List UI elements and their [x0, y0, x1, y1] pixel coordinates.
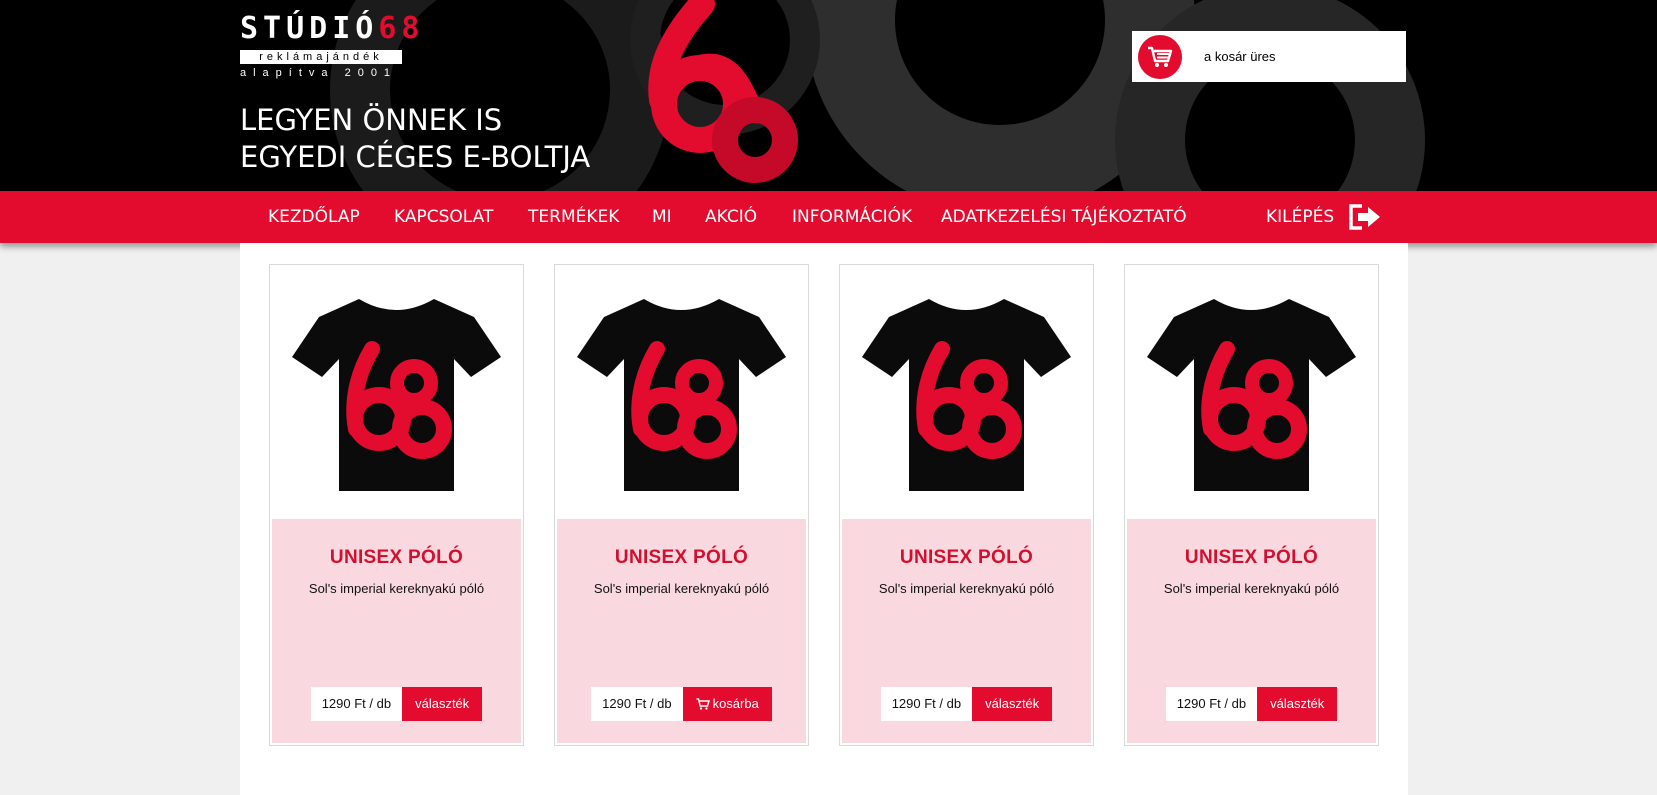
product-info: UNISEX PÓLÓ Sol's imperial kereknyakú pó… — [557, 519, 806, 743]
add-to-cart-label: kosárba — [712, 696, 759, 711]
product-card[interactable]: UNISEX PÓLÓ Sol's imperial kereknyakú pó… — [1124, 264, 1379, 746]
cart-widget[interactable]: a kosár üres — [1132, 31, 1406, 82]
product-price: 1290 Ft / db — [880, 687, 973, 721]
logo-subtitle: reklámajándék — [240, 50, 402, 64]
product-image[interactable] — [555, 265, 808, 518]
product-image[interactable] — [840, 265, 1093, 518]
product-price: 1290 Ft / db — [310, 687, 403, 721]
main-navigation: KEZDŐLAP KAPCSOLAT TERMÉKEK MI AKCIÓ INF… — [0, 191, 1657, 243]
site-header: STÚDIÓ68 reklámajándék alapítva 2001 LEG… — [0, 0, 1657, 191]
product-card[interactable]: UNISEX PÓLÓ Sol's imperial kereknyakú pó… — [269, 264, 524, 746]
studio68-logo[interactable]: STÚDIÓ68 reklámajándék alapítva 2001 — [240, 11, 419, 79]
logo-number: 68 — [378, 11, 425, 46]
product-card[interactable]: UNISEX PÓLÓ Sol's imperial kereknyakú pó… — [839, 264, 1094, 746]
variants-button[interactable]: választék — [1257, 687, 1338, 721]
logo-founded: alapítva 2001 — [240, 67, 398, 79]
nav-item-adatkezelesi[interactable]: ADATKEZELÉSI TÁJÉKOZTATÓ — [941, 191, 1187, 243]
logout-button[interactable]: KILÉPÉS — [1266, 191, 1382, 243]
product-info: UNISEX PÓLÓ Sol's imperial kereknyakú pó… — [842, 519, 1091, 743]
nav-item-kezdolap[interactable]: KEZDŐLAP — [268, 191, 360, 243]
product-image[interactable] — [1125, 265, 1378, 518]
variants-button[interactable]: választék — [402, 687, 483, 721]
product-actions: 1290 Ft / db választék — [842, 687, 1091, 721]
product-title[interactable]: UNISEX PÓLÓ — [1127, 547, 1376, 569]
cart-icon[interactable] — [1138, 34, 1182, 79]
tagline-line-2: EGYEDI CÉGES E-BOLTJA — [240, 140, 591, 174]
product-price: 1290 Ft / db — [591, 687, 683, 721]
product-title[interactable]: UNISEX PÓLÓ — [557, 547, 806, 569]
product-title[interactable]: UNISEX PÓLÓ — [842, 547, 1091, 569]
logout-icon — [1349, 204, 1381, 230]
product-description: Sol's imperial kereknyakú póló — [878, 581, 1055, 596]
product-actions: 1290 Ft / db választék — [1127, 687, 1376, 721]
product-actions: 1290 Ft / db választék — [272, 687, 521, 721]
cart-icon — [696, 698, 710, 710]
nav-item-termekek[interactable]: TERMÉKEK — [528, 191, 619, 243]
variants-button[interactable]: választék — [972, 687, 1053, 721]
variants-button-label: választék — [415, 696, 470, 711]
product-card[interactable]: UNISEX PÓLÓ Sol's imperial kereknyakú pó… — [554, 264, 809, 746]
product-image[interactable] — [270, 265, 523, 518]
brand-68-graphic — [648, 0, 798, 183]
product-description: Sol's imperial kereknyakú póló — [593, 581, 770, 596]
product-info: UNISEX PÓLÓ Sol's imperial kereknyakú pó… — [272, 519, 521, 743]
add-to-cart-button[interactable]: kosárba — [682, 687, 772, 721]
cart-status-text: a kosár üres — [1204, 49, 1276, 64]
variants-button-label: választék — [1270, 696, 1325, 711]
product-actions: 1290 Ft / db kosárba — [557, 687, 806, 721]
product-description: Sol's imperial kereknyakú póló — [1163, 581, 1340, 596]
logo-name: STÚDIÓ — [240, 11, 379, 46]
variants-button-label: választék — [985, 696, 1040, 711]
header-tagline: LEGYEN ÖNNEK IS EGYEDI CÉGES E-BOLTJA — [240, 102, 590, 176]
product-info: UNISEX PÓLÓ Sol's imperial kereknyakú pó… — [1127, 519, 1376, 743]
nav-item-akcio[interactable]: AKCIÓ — [705, 191, 757, 243]
nav-item-kapcsolat[interactable]: KAPCSOLAT — [394, 191, 493, 243]
product-price: 1290 Ft / db — [1165, 687, 1258, 721]
product-title[interactable]: UNISEX PÓLÓ — [272, 547, 521, 569]
logo-wordmark: STÚDIÓ68 — [240, 11, 419, 46]
logout-label: KILÉPÉS — [1266, 207, 1335, 227]
product-description: Sol's imperial kereknyakú póló — [308, 581, 485, 596]
nav-item-mi[interactable]: MI — [652, 191, 672, 243]
tagline-line-1: LEGYEN ÖNNEK IS — [240, 103, 503, 137]
nav-item-informaciok[interactable]: INFORMÁCIÓK — [792, 191, 912, 243]
